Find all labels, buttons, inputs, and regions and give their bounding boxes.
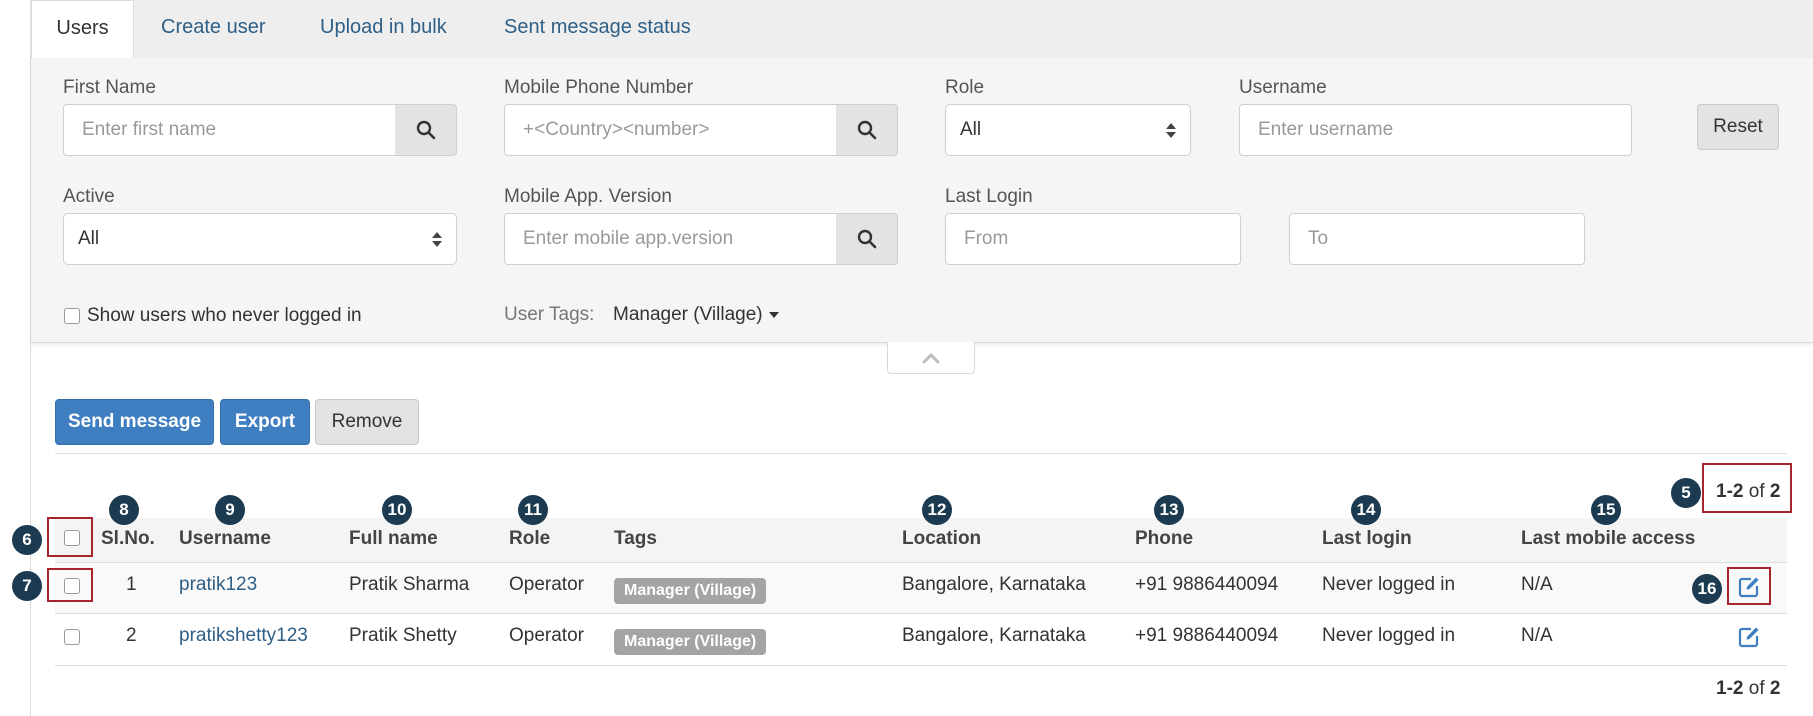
row-tag-badge: Manager (Village) bbox=[614, 629, 767, 655]
remove-button[interactable]: Remove bbox=[315, 399, 419, 445]
row-username-link[interactable]: pratikshetty123 bbox=[179, 625, 308, 647]
col-header-full-name: Full name bbox=[349, 528, 438, 549]
reset-button[interactable]: Reset bbox=[1697, 104, 1779, 150]
callout-marker: 7 bbox=[12, 571, 42, 601]
col-header-role: Role bbox=[509, 528, 551, 549]
first-name-search-button[interactable] bbox=[395, 104, 457, 156]
collapse-filters-button[interactable] bbox=[887, 342, 975, 374]
active-label: Active bbox=[63, 186, 115, 207]
search-icon bbox=[857, 229, 876, 249]
last-login-from-input[interactable] bbox=[945, 213, 1241, 265]
mobile-phone-label: Mobile Phone Number bbox=[504, 77, 694, 98]
pagination-top: 1-2 of 2 bbox=[1716, 481, 1781, 502]
callout-marker: 9 bbox=[215, 495, 245, 525]
callout-marker: 14 bbox=[1351, 495, 1381, 525]
filter-panel bbox=[31, 58, 1813, 343]
row-phone: +91 9886440094 bbox=[1135, 625, 1279, 646]
first-name-input[interactable] bbox=[63, 104, 396, 156]
divider bbox=[55, 613, 1787, 614]
updown-arrows-icon bbox=[432, 231, 442, 247]
user-tags-label: User Tags: bbox=[504, 304, 595, 325]
user-tags-dropdown[interactable]: Manager (Village) bbox=[613, 304, 779, 326]
username-input[interactable] bbox=[1239, 104, 1632, 156]
caret-down-icon bbox=[768, 312, 779, 318]
callout-marker: 6 bbox=[12, 525, 42, 555]
callout-marker: 12 bbox=[922, 495, 952, 525]
chevron-up-icon bbox=[922, 353, 940, 363]
role-label: Role bbox=[945, 77, 985, 98]
row-full-name: Pratik Shetty bbox=[349, 625, 457, 646]
callout-marker: 16 bbox=[1692, 574, 1722, 604]
callout-highlight-row-checkbox bbox=[47, 568, 93, 602]
tab-create-user[interactable]: Create user bbox=[161, 0, 266, 58]
edit-icon[interactable] bbox=[1737, 575, 1761, 599]
row-full-name: Pratik Sharma bbox=[349, 574, 470, 595]
row-last-login: Never logged in bbox=[1322, 574, 1456, 595]
row-username-link[interactable]: pratik123 bbox=[179, 574, 257, 596]
tab-users[interactable]: Users bbox=[31, 0, 134, 59]
row-slno: 2 bbox=[126, 625, 137, 646]
active-select[interactable]: All bbox=[63, 213, 457, 265]
row-role: Operator bbox=[509, 625, 584, 646]
row-last-mobile-access: N/A bbox=[1521, 574, 1553, 595]
col-header-last-login: Last login bbox=[1322, 528, 1412, 549]
row-checkbox[interactable] bbox=[64, 629, 80, 645]
callout-marker: 11 bbox=[518, 495, 548, 525]
callout-marker: 15 bbox=[1591, 495, 1621, 525]
tab-upload-in-bulk[interactable]: Upload in bulk bbox=[320, 0, 447, 58]
edit-icon[interactable] bbox=[1737, 625, 1761, 649]
export-button[interactable]: Export bbox=[220, 399, 310, 445]
col-header-tags: Tags bbox=[614, 528, 657, 549]
row-tag-badge: Manager (Village) bbox=[614, 578, 767, 604]
last-login-to-input[interactable] bbox=[1289, 213, 1585, 265]
row-location: Bangalore, Karnataka bbox=[902, 574, 1086, 595]
row-slno: 1 bbox=[126, 574, 137, 595]
app-version-search-button[interactable] bbox=[836, 213, 898, 265]
row-phone: +91 9886440094 bbox=[1135, 574, 1279, 595]
col-header-last-mobile-access: Last mobile access bbox=[1521, 528, 1696, 549]
role-select[interactable]: All bbox=[945, 104, 1191, 156]
callout-highlight-select-all bbox=[47, 517, 93, 557]
row-role: Operator bbox=[509, 574, 584, 595]
callout-marker: 13 bbox=[1154, 495, 1184, 525]
pagination-bottom: 1-2 of 2 bbox=[1716, 678, 1781, 699]
mobile-phone-search-button[interactable] bbox=[836, 104, 898, 156]
divider bbox=[55, 665, 1787, 666]
mobile-phone-input[interactable] bbox=[504, 104, 837, 156]
row-last-login: Never logged in bbox=[1322, 625, 1456, 646]
divider bbox=[55, 453, 1787, 454]
search-icon bbox=[857, 120, 876, 140]
tab-bar bbox=[31, 0, 1813, 59]
never-logged-in-label: Show users who never logged in bbox=[87, 305, 362, 326]
col-header-username: Username bbox=[179, 528, 271, 549]
first-name-label: First Name bbox=[63, 77, 156, 98]
callout-marker: 10 bbox=[382, 495, 412, 525]
row-location: Bangalore, Karnataka bbox=[902, 625, 1086, 646]
search-icon bbox=[416, 120, 435, 140]
send-message-button[interactable]: Send message bbox=[55, 399, 214, 445]
callout-marker: 5 bbox=[1671, 478, 1701, 508]
col-header-slno: Sl.No. bbox=[101, 528, 155, 549]
updown-arrows-icon bbox=[1166, 122, 1176, 138]
col-header-location: Location bbox=[902, 528, 982, 549]
col-header-phone: Phone bbox=[1135, 528, 1194, 549]
app-version-input[interactable] bbox=[504, 213, 837, 265]
never-logged-in-checkbox[interactable] bbox=[64, 308, 80, 324]
row-last-mobile-access: N/A bbox=[1521, 625, 1553, 646]
app-version-label: Mobile App. Version bbox=[504, 186, 672, 207]
username-label: Username bbox=[1239, 77, 1327, 98]
tab-sent-message-status[interactable]: Sent message status bbox=[504, 0, 691, 58]
callout-marker: 8 bbox=[109, 495, 139, 525]
last-login-label: Last Login bbox=[945, 186, 1033, 207]
